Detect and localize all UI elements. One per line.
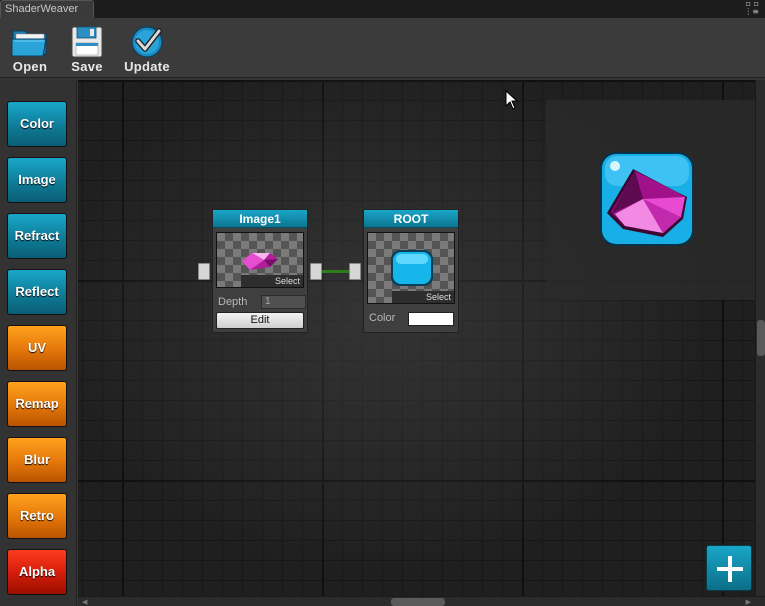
window-tab-bar: ShaderWeaver ▫ ▫ ⋮≡ [0,0,765,18]
sidebar-item-remap[interactable]: Remap [7,381,67,427]
save-label: Save [71,59,103,74]
horizontal-scroll-thumb[interactable] [391,598,445,606]
root-color-row: Color [367,308,455,332]
horizontal-scrollbar[interactable]: ◀ ▶ [78,596,765,606]
update-label: Update [124,59,170,74]
sidebar-item-alpha[interactable]: Alpha [7,549,67,595]
edit-button[interactable]: Edit [216,312,304,329]
open-label: Open [12,59,48,74]
color-swatch[interactable] [408,312,454,326]
checkmark-icon [131,26,163,58]
node-graph-canvas[interactable]: Image1 Select Depth 1 Edit ROOT Select C… [78,80,755,596]
sidebar-item-color[interactable]: Color [7,101,67,147]
save-button[interactable]: Save [57,22,117,76]
scroll-left-icon[interactable]: ◀ [82,598,87,606]
gem-preview-icon [600,152,694,246]
root-select-button[interactable]: Select [392,291,454,303]
shaderweaver-window: ShaderWeaver ▫ ▫ ⋮≡ Open Save Update Col… [0,0,765,606]
root-node-title[interactable]: ROOT [364,210,458,228]
image1-node-title[interactable]: Image1 [213,210,307,228]
root-input-port[interactable] [349,263,361,280]
vertical-scroll-thumb[interactable] [757,320,765,356]
image1-select-button[interactable]: Select [241,275,303,287]
root-node[interactable]: ROOT Select Color [363,209,459,333]
depth-field[interactable]: 1 [261,295,306,309]
open-button[interactable]: Open [0,22,60,76]
sidebar-item-refract[interactable]: Refract [7,213,67,259]
toolbar: Open Save Update [0,18,765,78]
sidebar-item-uv[interactable]: UV [7,325,67,371]
window-menu-icon[interactable]: ▫ ▫ ⋮≡ [741,0,759,18]
sidebar-item-image[interactable]: Image [7,157,67,203]
floppy-disk-icon [71,26,103,58]
color-label: Color [369,312,396,324]
sidebar-item-retro[interactable]: Retro [7,493,67,539]
image1-texture-thumbnail: Select [216,232,304,288]
plus-icon [717,556,743,582]
image1-output-port[interactable] [310,263,322,280]
node-palette-sidebar: Color Image Refract Reflect UV Remap Blu… [0,80,77,606]
add-node-button[interactable] [706,545,752,591]
window-tab[interactable]: ShaderWeaver [0,0,94,18]
mouse-cursor-icon [505,90,519,110]
update-button[interactable]: Update [117,22,177,76]
scroll-right-icon[interactable]: ▶ [746,598,751,606]
image1-depth-row: Depth 1 [216,292,306,312]
depth-label: Depth [218,296,248,308]
folder-icon [11,30,47,57]
node-connection [322,270,350,273]
vertical-scrollbar[interactable] [755,80,765,596]
sidebar-item-blur[interactable]: Blur [7,437,67,483]
root-texture-thumbnail: Select [367,232,455,304]
image1-node[interactable]: Image1 Select Depth 1 Edit [212,209,308,333]
image1-input-port[interactable] [198,263,210,280]
window-tab-title: ShaderWeaver [5,3,79,15]
sidebar-item-reflect[interactable]: Reflect [7,269,67,315]
